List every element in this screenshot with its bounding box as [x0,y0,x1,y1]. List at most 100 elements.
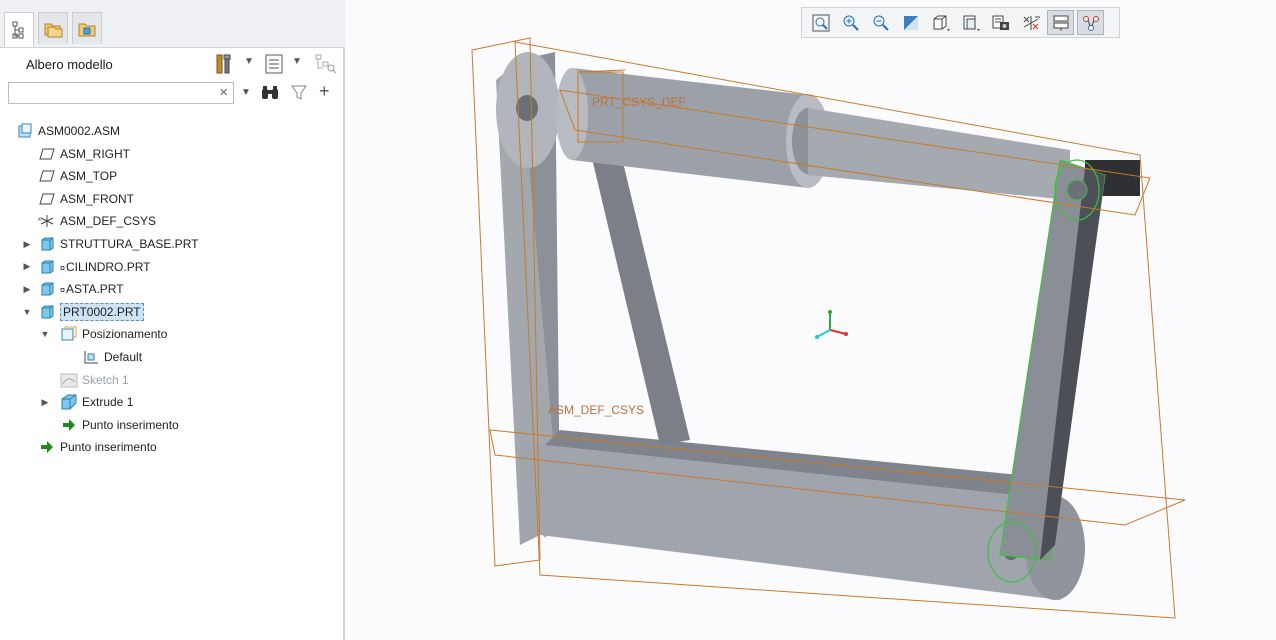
tree-node-label: Extrude 1 [82,395,133,409]
datum-plane-icon [38,146,56,162]
tree-node-label: Posizionamento [82,327,167,341]
tree-node[interactable]: Punto inserimento [38,437,157,457]
panel-header: Albero modello ▼ ▼ [0,47,343,80]
tree-node-label: ASM_FRONT [60,192,134,206]
find-binoculars-icon[interactable] [260,84,280,105]
part-icon [38,236,56,252]
annotation-display-button[interactable] [1047,10,1074,35]
view-orientation-triad-icon [815,310,848,339]
tab-folder-browser[interactable] [38,12,68,44]
search-box[interactable]: × [8,82,234,104]
sketch-icon [60,372,78,388]
expand-arrow-icon[interactable]: ▶ [22,239,32,249]
tree-node[interactable]: ASM_RIGHT [38,144,130,164]
display-style-button[interactable] [927,10,954,35]
tree-node-text: Punto inserimento [60,440,157,455]
tree-node-label: Punto inserimento [82,418,179,432]
search-input[interactable] [13,84,217,104]
expand-arrow-icon[interactable]: ▶ [22,284,32,294]
saved-orientations-button[interactable] [957,10,984,35]
datum-plane-icon [38,168,56,184]
collapse-arrow-icon[interactable]: ▼ [22,307,32,317]
tree-node[interactable]: PRT0002.PRT [38,302,144,322]
tree-node[interactable]: ASM_TOP [38,166,117,186]
tree-node[interactable]: Extrude 1 [60,392,133,412]
tree-node[interactable]: ¤CILINDRO.PRT [38,257,150,277]
model-3d-view[interactable]: PRT_CSYS_DEF ASM_DEF_CSYS [345,0,1276,640]
tree-node[interactable]: x ASM_DEF_CSYS [38,211,156,231]
folder-browser-icon [44,23,63,37]
tree-node-label: PRT0002.PRT [60,302,144,321]
tree-node[interactable]: ¤ASTA.PRT [38,279,124,299]
pin-hole-top [516,95,538,121]
model-tree-panel: Albero modello ▼ ▼ × ▼ + ASM0002.ASM ASM… [0,0,345,640]
display-style-icon [931,14,951,32]
tree-node-text: STRUTTURA_BASE.PRT [60,237,199,251]
settings-dropdown-icon[interactable]: ▼ [244,56,254,67]
tree-node-text: CILINDRO.PRT [66,259,151,274]
default-constraint-icon [82,349,100,365]
spin-center-button[interactable] [1077,10,1104,35]
tree-node-label: Default [104,350,142,364]
refit-button[interactable] [807,10,834,35]
tree-node-label: Sketch 1 [82,373,129,387]
part-icon [38,259,56,275]
tree-node[interactable]: Punto inserimento [60,415,179,435]
tree-node-label: ASM_TOP [60,169,117,183]
tree-node[interactable]: ASM0002.ASM [16,121,120,141]
graphics-area[interactable]: PRT_CSYS_DEF ASM_DEF_CSYS [345,0,1276,640]
piston-rod [808,108,1070,200]
tree-node-text: PRT0002.PRT [63,304,141,319]
spin-center-icon [1082,14,1100,32]
filter-items-icon[interactable] [314,53,338,78]
csys-label-top: PRT_CSYS_DEF [592,95,686,109]
show-dropdown-icon[interactable]: ▼ [292,56,302,67]
expand-arrow-icon[interactable]: ▶ [22,261,32,272]
placement-icon [60,326,78,342]
zoom-in-button[interactable] [837,10,864,35]
datum-plane-icon [38,191,56,207]
tab-model-tree[interactable] [4,12,34,47]
graphics-toolbar [801,7,1120,38]
zoom-out-button[interactable] [867,10,894,35]
tree-node[interactable]: STRUTTURA_BASE.PRT [38,234,198,254]
search-row: × ▼ + [0,80,343,108]
tree-node-text: ASM_RIGHT [60,146,131,161]
part-icon [38,281,56,297]
svg-text:x: x [38,217,41,223]
tree-node-text: Posizionamento [82,327,168,342]
filter-funnel-icon[interactable] [290,84,308,105]
assembly-icon [16,123,34,139]
link-top-hole [1066,179,1088,201]
search-dropdown-icon[interactable]: ▼ [241,87,251,98]
clear-search-icon[interactable]: × [219,84,228,101]
datum-display-filters-icon [1021,14,1041,32]
tree-node-label: Punto inserimento [60,440,157,454]
zoom-in-icon [842,14,860,32]
tree-node-text: ASTA.PRT [66,282,124,297]
csys-label-bottom: ASM_DEF_CSYS [548,403,644,417]
collapse-arrow-icon[interactable]: ▼ [40,329,50,339]
repaint-icon [902,14,920,32]
view-manager-button[interactable] [987,10,1014,35]
tree-node[interactable]: ASM_FRONT [38,189,134,209]
repaint-button[interactable] [897,10,924,35]
tree-node-label: ¤ASTA.PRT [60,282,124,296]
favorites-icon [78,23,96,36]
tree-node[interactable]: Sketch 1 [60,370,129,390]
settings-tools-icon[interactable] [214,53,234,78]
tree-node-text: ASM_TOP [60,169,118,184]
show-options-icon[interactable] [264,53,284,78]
tree-node[interactable]: Posizionamento [60,324,167,344]
saved-orientations-icon [961,14,981,32]
datum-display-filters-button[interactable] [1017,10,1044,35]
tree-node-label: ASM0002.ASM [38,124,120,138]
tree-node-text: ASM_DEF_CSYS [60,214,157,229]
tree-node[interactable]: Default [82,347,142,367]
add-column-plus-icon[interactable]: + [319,81,330,102]
insert-here-icon [60,417,78,433]
tab-favorites[interactable] [72,12,102,44]
insert-here-icon [38,439,56,455]
tree-node-text: Punto inserimento [82,417,179,432]
expand-arrow-icon[interactable]: ▶ [40,397,50,407]
